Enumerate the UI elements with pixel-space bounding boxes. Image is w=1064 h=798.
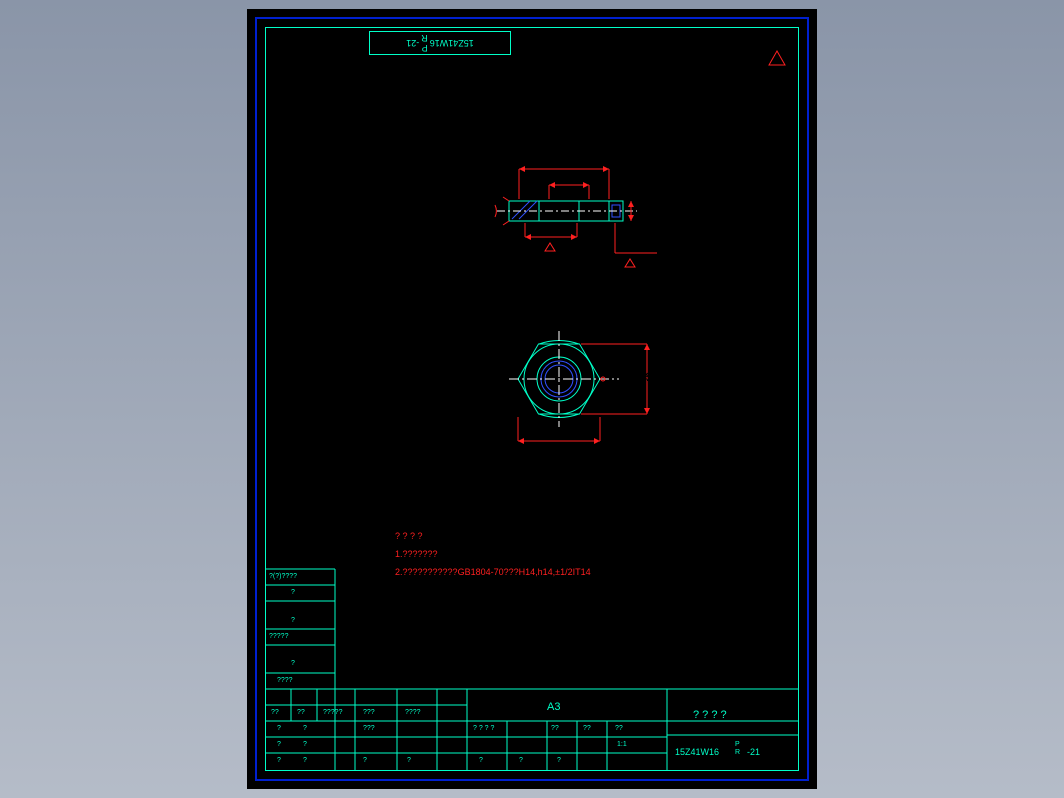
tb-header: ? ? ? ? xyxy=(473,725,494,732)
drawing-code-letters: PR xyxy=(735,741,740,757)
tb-b2: ? xyxy=(519,757,523,764)
tb-r1c3: ??? xyxy=(363,725,375,732)
surface-finish-main-value: 12.5 xyxy=(763,41,781,51)
notes-line2: 2.???????????GB1804-70???H14,h14,±1/2IT1… xyxy=(395,567,591,577)
section-view xyxy=(497,197,637,225)
tb-r2c2: ? xyxy=(303,741,307,748)
tb-r3c2: ? xyxy=(303,757,307,764)
dim-d36: ø36 xyxy=(550,157,568,168)
tb-ll3: ????? xyxy=(323,709,342,716)
tb-ll5: ???? xyxy=(405,709,421,716)
tb-col3: ?? xyxy=(615,725,623,732)
dim-m4: M4????? xyxy=(619,243,653,252)
tb-ll1: ?? xyxy=(271,709,279,716)
dim-41-6: 41.6 xyxy=(549,447,569,458)
tb-r3c3: ? xyxy=(363,757,367,764)
tb-r3c4: ? xyxy=(407,757,411,764)
notes-heading: ? ? ? ? xyxy=(395,531,423,541)
tb-r1c2: ? xyxy=(303,725,307,732)
scale: 1:1 xyxy=(617,741,627,748)
dim-15: 15 xyxy=(562,174,572,184)
sf-small-1: 6.3 xyxy=(543,254,553,261)
title-text: ? ? ? ? xyxy=(693,709,727,721)
sheet-size: A3 xyxy=(547,701,560,713)
left-row3: ???? xyxy=(277,677,293,684)
tb-b3: ? xyxy=(557,757,561,764)
dim-7: 7 xyxy=(635,207,640,217)
notes-line1: 1.??????? xyxy=(395,549,438,559)
dim-15deg: 15° xyxy=(475,199,489,209)
left-q2: ? xyxy=(291,617,295,624)
tb-col1: ?? xyxy=(551,725,559,732)
tb-r2c1: ? xyxy=(277,741,281,748)
left-row2: ????? xyxy=(269,633,288,640)
surface-finish-main: 12.5 ?? xyxy=(747,41,785,73)
qmark-tr: ?? xyxy=(747,63,757,73)
dim-36: 36 xyxy=(643,371,654,383)
drawing-number: 15Z41W16 xyxy=(675,747,719,757)
tb-ll2: ?? xyxy=(297,709,305,716)
dim-m22: M22×1.5 xyxy=(533,227,565,236)
left-q3: ? xyxy=(291,660,295,667)
plan-view: 41.6 36 xyxy=(509,331,654,458)
sf-small-2: 6.3 xyxy=(623,270,633,277)
left-q1: ? xyxy=(291,589,295,596)
tb-b1: ? xyxy=(479,757,483,764)
section-dimensions: ø36 15 7 15° M22×1.5 6.3 xyxy=(475,157,657,277)
titleblock-grid xyxy=(265,569,799,771)
tb-r1c1: ? xyxy=(277,725,281,732)
cad-drawing-sheet: 15Z41W16 PR -21 12.5 ?? xyxy=(247,9,817,789)
tb-r3c1: ? xyxy=(277,757,281,764)
left-row1: ?(?)???? xyxy=(269,573,297,580)
drawing-suffix: -21 xyxy=(747,747,760,757)
tb-col2: ?? xyxy=(583,725,591,732)
tb-ll4: ??? xyxy=(363,709,375,716)
